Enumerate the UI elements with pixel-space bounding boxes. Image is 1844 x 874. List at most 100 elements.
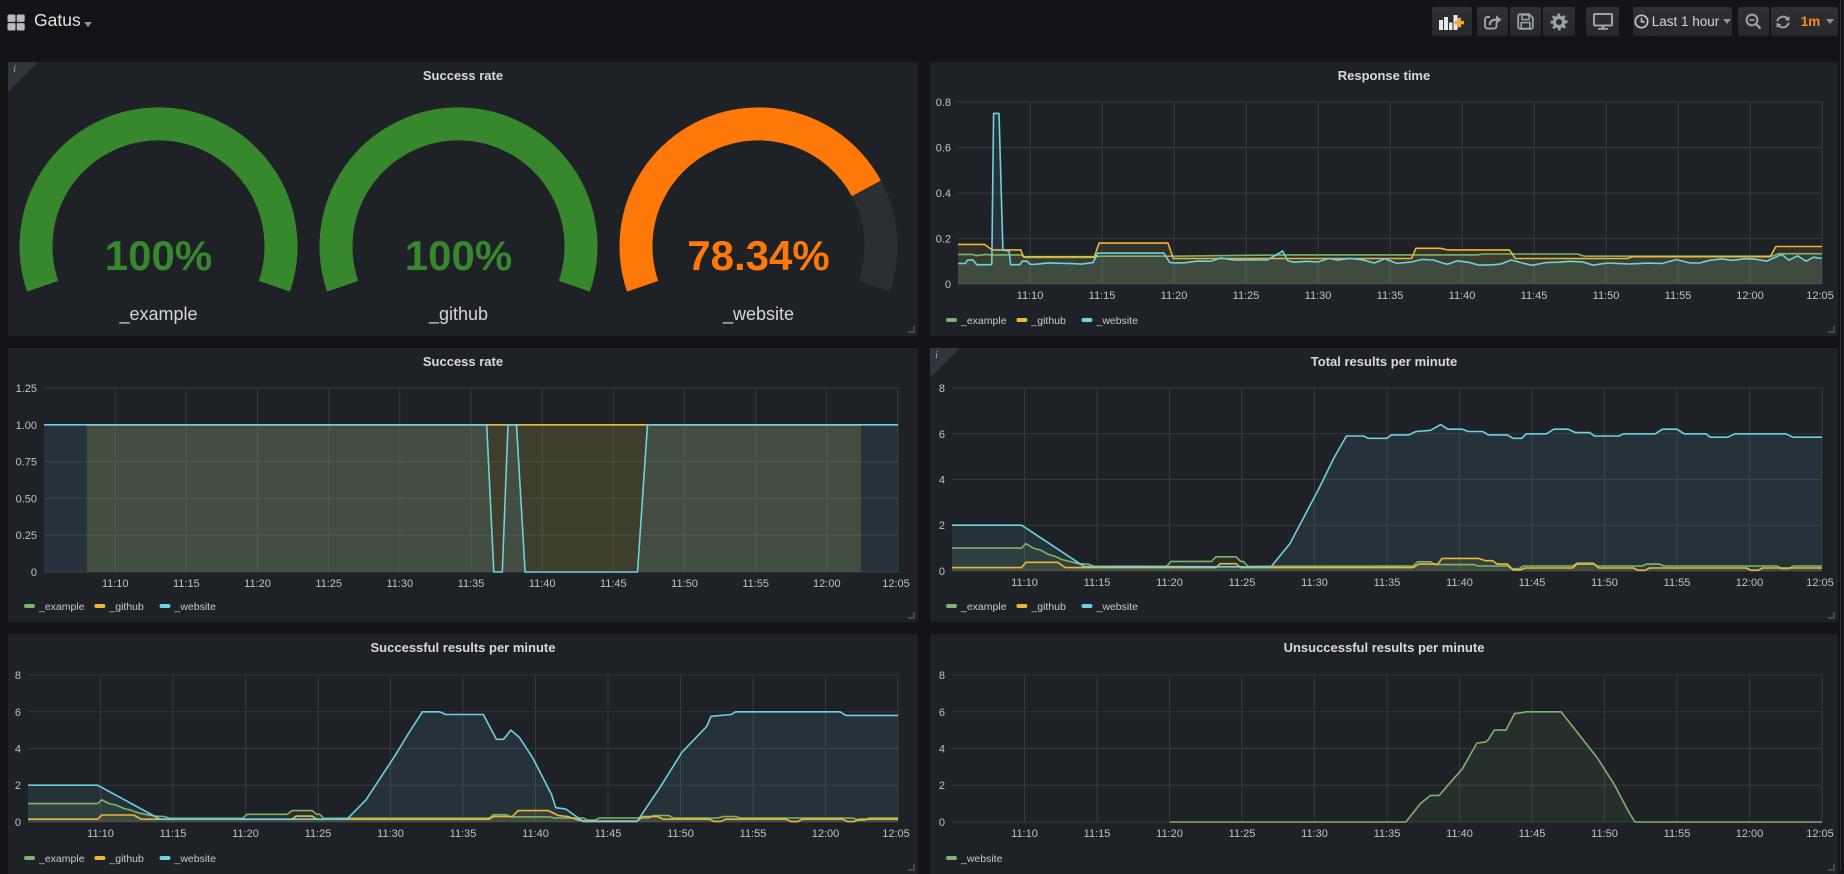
svg-text:11:55: 11:55 (1665, 290, 1692, 302)
svg-text:11:10: 11:10 (102, 578, 129, 590)
svg-text:11:25: 11:25 (305, 828, 332, 840)
svg-text:11:50: 11:50 (671, 578, 698, 590)
svg-text:12:00: 12:00 (813, 578, 841, 590)
svg-text:0: 0 (945, 279, 951, 291)
svg-text:_github: _github (1030, 601, 1066, 613)
svg-text:Unsuccessful results per minut: Unsuccessful results per minute (1284, 640, 1485, 655)
svg-text:12:00: 12:00 (1736, 290, 1764, 302)
svg-text:78.34%: 78.34% (687, 232, 829, 279)
svg-text:11:20: 11:20 (244, 578, 271, 590)
svg-text:4: 4 (939, 744, 945, 756)
svg-text:_website: _website (960, 853, 1003, 865)
svg-text:11:55: 11:55 (1664, 828, 1691, 840)
svg-text:_website: _website (174, 601, 217, 613)
svg-text:1.00: 1.00 (16, 420, 37, 432)
svg-text:6: 6 (939, 707, 945, 719)
svg-text:_example: _example (118, 304, 197, 325)
svg-text:11:30: 11:30 (377, 828, 404, 840)
svg-text:11:45: 11:45 (1519, 828, 1546, 840)
svg-text:11:40: 11:40 (1449, 290, 1476, 302)
svg-text:11:30: 11:30 (1301, 828, 1328, 840)
svg-text:11:20: 11:20 (1161, 290, 1188, 302)
svg-text:11:10: 11:10 (1017, 290, 1044, 302)
svg-text:11:30: 11:30 (1305, 290, 1332, 302)
svg-text:11:30: 11:30 (386, 578, 413, 590)
svg-text:0: 0 (31, 567, 37, 579)
svg-text:4: 4 (15, 744, 21, 756)
svg-text:11:15: 11:15 (173, 578, 200, 590)
svg-text:11:55: 11:55 (1664, 577, 1691, 589)
svg-text:11:15: 11:15 (160, 828, 187, 840)
svg-text:12:05: 12:05 (882, 828, 910, 840)
svg-text:11:45: 11:45 (600, 578, 627, 590)
svg-text:11:50: 11:50 (1593, 290, 1620, 302)
svg-text:12:05: 12:05 (1806, 290, 1834, 302)
svg-text:12:05: 12:05 (1806, 577, 1834, 589)
svg-text:_github: _github (1030, 315, 1066, 327)
svg-text:2: 2 (939, 780, 945, 792)
svg-text:11:35: 11:35 (1374, 828, 1401, 840)
svg-text:11:15: 11:15 (1089, 290, 1116, 302)
svg-text:Total results per minute: Total results per minute (1311, 354, 1457, 369)
svg-text:11:50: 11:50 (1591, 577, 1618, 589)
svg-text:0.75: 0.75 (16, 457, 37, 469)
svg-text:1.25: 1.25 (16, 383, 37, 395)
svg-text:11:55: 11:55 (740, 828, 767, 840)
svg-text:12:05: 12:05 (882, 578, 910, 590)
svg-text:_github: _github (108, 601, 144, 613)
svg-text:_github: _github (108, 853, 144, 865)
svg-text:11:25: 11:25 (1229, 828, 1256, 840)
svg-text:11:15: 11:15 (1084, 828, 1111, 840)
svg-text:11:40: 11:40 (1446, 577, 1473, 589)
svg-text:0: 0 (939, 817, 945, 829)
svg-text:11:15: 11:15 (1084, 577, 1111, 589)
svg-text:0.25: 0.25 (16, 530, 37, 542)
svg-text:11:40: 11:40 (529, 578, 556, 590)
svg-text:12:00: 12:00 (812, 828, 840, 840)
svg-text:0: 0 (15, 817, 21, 829)
svg-text:11:35: 11:35 (458, 578, 485, 590)
svg-text:_example: _example (38, 601, 85, 613)
svg-text:8: 8 (15, 670, 21, 682)
svg-text:12:05: 12:05 (1806, 828, 1834, 840)
svg-text:11:10: 11:10 (87, 828, 114, 840)
svg-text:8: 8 (939, 383, 945, 395)
svg-text:11:10: 11:10 (1011, 828, 1038, 840)
svg-text:_github: _github (428, 304, 488, 325)
svg-text:6: 6 (15, 707, 21, 719)
svg-text:_website: _website (722, 304, 794, 325)
svg-text:_website: _website (174, 853, 217, 865)
svg-text:4: 4 (939, 475, 945, 487)
svg-text:Success rate: Success rate (423, 354, 503, 369)
svg-text:11:10: 11:10 (1011, 577, 1038, 589)
svg-text:11:20: 11:20 (1156, 577, 1183, 589)
svg-text:11:20: 11:20 (1156, 828, 1183, 840)
svg-text:11:20: 11:20 (232, 828, 259, 840)
svg-text:Successful results per minute: Successful results per minute (371, 640, 556, 655)
svg-text:_example: _example (960, 601, 1007, 613)
svg-text:2: 2 (15, 780, 21, 792)
svg-text:100%: 100% (105, 232, 212, 279)
svg-text:11:25: 11:25 (315, 578, 342, 590)
svg-text:11:55: 11:55 (742, 578, 769, 590)
svg-text:11:30: 11:30 (1301, 577, 1328, 589)
svg-text:0: 0 (939, 566, 945, 578)
svg-text:11:45: 11:45 (1519, 577, 1546, 589)
svg-text:12:00: 12:00 (1736, 828, 1764, 840)
svg-text:2: 2 (939, 520, 945, 532)
svg-text:0.2: 0.2 (936, 234, 951, 246)
svg-text:11:35: 11:35 (1377, 290, 1404, 302)
svg-text:0.4: 0.4 (936, 188, 951, 200)
svg-text:11:35: 11:35 (1374, 577, 1401, 589)
svg-text:12:00: 12:00 (1736, 577, 1764, 589)
svg-text:100%: 100% (405, 232, 512, 279)
svg-text:11:25: 11:25 (1229, 577, 1256, 589)
svg-text:11:25: 11:25 (1233, 290, 1260, 302)
svg-text:0.8: 0.8 (936, 97, 951, 109)
svg-text:8: 8 (939, 670, 945, 682)
svg-text:11:40: 11:40 (1446, 828, 1473, 840)
svg-text:6: 6 (939, 429, 945, 441)
svg-text:_example: _example (38, 853, 85, 865)
svg-text:11:40: 11:40 (522, 828, 549, 840)
svg-text:_website: _website (1096, 315, 1139, 327)
